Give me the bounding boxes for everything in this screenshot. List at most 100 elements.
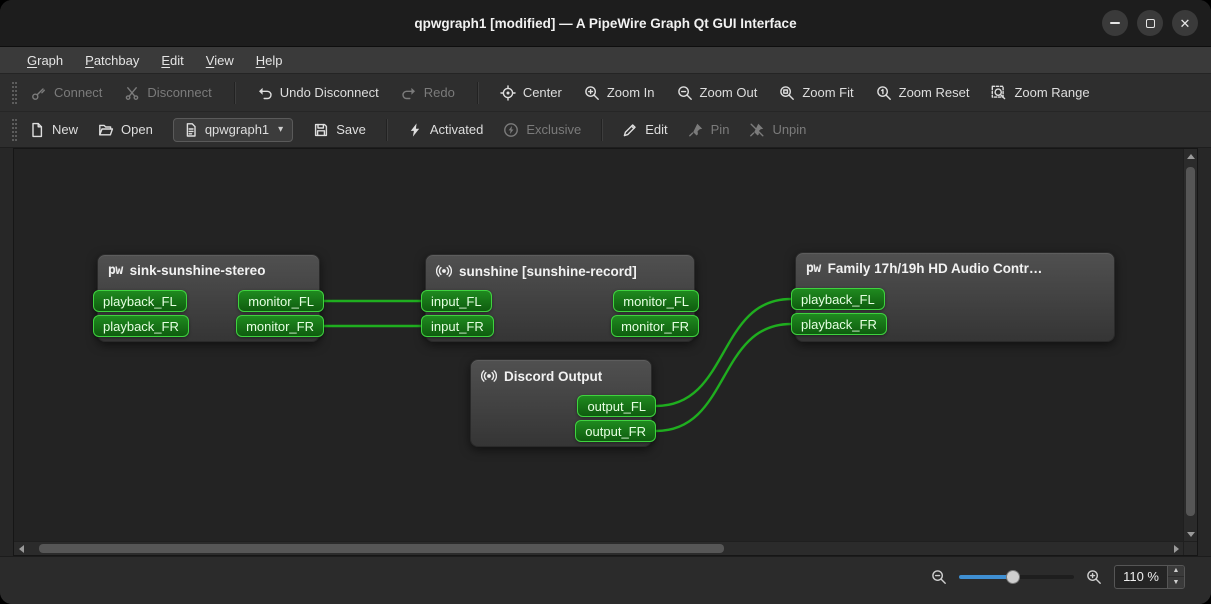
port-playback-fl[interactable]: playback_FL (791, 288, 885, 310)
vertical-scroll-track[interactable] (1184, 163, 1197, 527)
menu-edit[interactable]: Edit (152, 50, 192, 71)
statusbar: 110 % ▲ ▼ (0, 556, 1211, 604)
scroll-up-button[interactable] (1184, 149, 1197, 163)
zoom-slider-handle[interactable] (1006, 569, 1021, 584)
connections-layer (323, 297, 792, 433)
maximize-icon (1145, 18, 1155, 28)
spin-up-button[interactable]: ▲ (1168, 566, 1184, 577)
open-button[interactable]: Open (98, 122, 153, 138)
toolbar-label: Pin (710, 122, 730, 137)
zoom-range-button[interactable]: Zoom Range (991, 85, 1090, 101)
node-discord[interactable]: Discord Output output_FL output_FR (470, 359, 656, 447)
node-title: sunshine [sunshine-record] (459, 263, 637, 279)
toolbar-label: Activated (429, 122, 484, 137)
window-title: qpwgraph1 [modified] — A PipeWire Graph … (414, 15, 797, 31)
toolbar-separator (233, 81, 235, 104)
toolbar-label: Redo (423, 85, 455, 100)
new-button[interactable]: New (29, 122, 78, 138)
port-playback-fr[interactable]: playback_FR (791, 313, 887, 335)
exclusive-button: Exclusive (503, 122, 581, 138)
undo-disconnect-button[interactable]: Undo Disconnect (257, 85, 379, 101)
canvas-frame: pw sink-sunshine-stereo playback_FL playbac… (13, 148, 1198, 556)
toolbar-label: Save (336, 122, 366, 137)
zoom-reset-button[interactable]: Zoom Reset (876, 85, 970, 101)
maximize-button[interactable] (1137, 10, 1163, 36)
patchbay-file-icon (183, 122, 199, 138)
toolbar-label: Unpin (772, 122, 807, 137)
save-button[interactable]: Save (313, 122, 366, 138)
menu-graph[interactable]: Graph (18, 50, 72, 71)
horizontal-scrollbar[interactable] (14, 541, 1183, 555)
menu-patchbay[interactable]: Patchbay (76, 50, 148, 71)
patchbay-selector-combo[interactable]: qpwgraph1 ▾ (172, 117, 294, 142)
node-sunshine[interactable]: sunshine [sunshine-record] input_FL input_… (421, 254, 699, 342)
zoom-spinbox[interactable]: 110 % ▲ ▼ (1114, 564, 1185, 589)
save-icon (313, 122, 329, 138)
toolbar-label: New (52, 122, 79, 137)
port-monitor-fl[interactable]: monitor_FL (613, 290, 699, 312)
combo-value: qpwgraph1 (204, 122, 270, 137)
node-title: sink-sunshine-stereo (129, 263, 266, 278)
node-sink[interactable]: pw sink-sunshine-stereo playback_FLplaybac… (93, 254, 324, 342)
disconnect-icon (124, 85, 140, 101)
port-playback-fl[interactable]: playback_FL (93, 290, 187, 312)
toolbar-label: Zoom Reset (898, 85, 970, 100)
canvas-viewport[interactable]: pw sink-sunshine-stereo playback_FL playbac… (14, 149, 1183, 541)
node-family[interactable]: pw Family 17h/19h HD Audio Contr… playback… (791, 252, 1115, 342)
port-input-fr[interactable]: input_FR (421, 315, 494, 337)
zoom-in-icon[interactable] (1086, 569, 1102, 585)
zoom-fit-button[interactable]: Zoom Fit (779, 85, 854, 101)
vertical-scroll-handle[interactable] (1186, 166, 1195, 517)
center-button[interactable]: Center (500, 84, 562, 101)
toolbar-label: Zoom In (606, 85, 655, 100)
vertical-scrollbar[interactable] (1183, 149, 1197, 541)
zoom-in-button[interactable]: Zoom In (584, 85, 655, 101)
window-controls: ✕ (1102, 10, 1198, 36)
port-playback-fr[interactable]: playback_FR (93, 315, 189, 337)
horizontal-scroll-handle[interactable] (39, 544, 724, 553)
scroll-right-button[interactable] (1169, 542, 1183, 555)
activated-button[interactable]: Activated (407, 122, 483, 138)
unpin-icon (749, 122, 765, 138)
port-input-fl[interactable]: input_FL (421, 290, 492, 312)
app-window: qpwgraph1 [modified] — A PipeWire Graph … (0, 0, 1211, 604)
pin-button: Pin (688, 122, 730, 138)
port-output-fl[interactable]: output_FL (577, 395, 656, 417)
node-header: pw sink-sunshine-stereo (98, 255, 319, 278)
toolbar-label: Connect (54, 85, 103, 100)
minimize-button[interactable] (1102, 10, 1128, 36)
toolbar-label: Zoom Fit (802, 85, 854, 100)
edit-button[interactable]: Edit (622, 122, 668, 138)
port-monitor-fl[interactable]: monitor_FL (238, 290, 324, 312)
node-title: Family 17h/19h HD Audio Contr… (827, 261, 1043, 276)
zoom-in-icon (584, 85, 600, 101)
close-button[interactable]: ✕ (1172, 10, 1198, 36)
zoom-reset-icon (876, 85, 892, 101)
arrow-right-icon (1173, 544, 1179, 553)
port-output-fr[interactable]: output_FR (575, 420, 656, 442)
minimize-icon (1110, 22, 1120, 24)
titlebar: qpwgraph1 [modified] — A PipeWire Graph … (0, 0, 1211, 47)
port-monitor-fr[interactable]: monitor_FR (236, 315, 324, 337)
center-icon (500, 84, 516, 101)
toolbar-grip[interactable] (12, 118, 17, 141)
menu-view[interactable]: View (197, 50, 243, 71)
zoom-out-icon[interactable] (931, 569, 947, 585)
toolbar-label: Undo Disconnect (279, 85, 379, 100)
scroll-down-button[interactable] (1184, 527, 1197, 541)
zoom-out-button[interactable]: Zoom Out (677, 85, 757, 101)
toolbar-label: Edit (645, 122, 668, 137)
main-area: pw sink-sunshine-stereo playback_FL playbac… (0, 148, 1211, 556)
pipewire-icon: pw (806, 261, 821, 276)
scroll-left-button[interactable] (14, 542, 28, 555)
zoom-spin-arrows: ▲ ▼ (1167, 565, 1184, 588)
spin-down-button[interactable]: ▼ (1168, 577, 1184, 588)
horizontal-scroll-track[interactable] (28, 542, 1169, 555)
menu-help[interactable]: Help (247, 50, 292, 71)
zoom-slider[interactable] (959, 569, 1075, 585)
port-monitor-fr[interactable]: monitor_FR (611, 315, 699, 337)
unpin-button: Unpin (749, 122, 806, 138)
toolbar-label: Disconnect (147, 85, 212, 100)
toolbar-label: Open (121, 122, 153, 137)
toolbar-grip[interactable] (12, 81, 17, 104)
